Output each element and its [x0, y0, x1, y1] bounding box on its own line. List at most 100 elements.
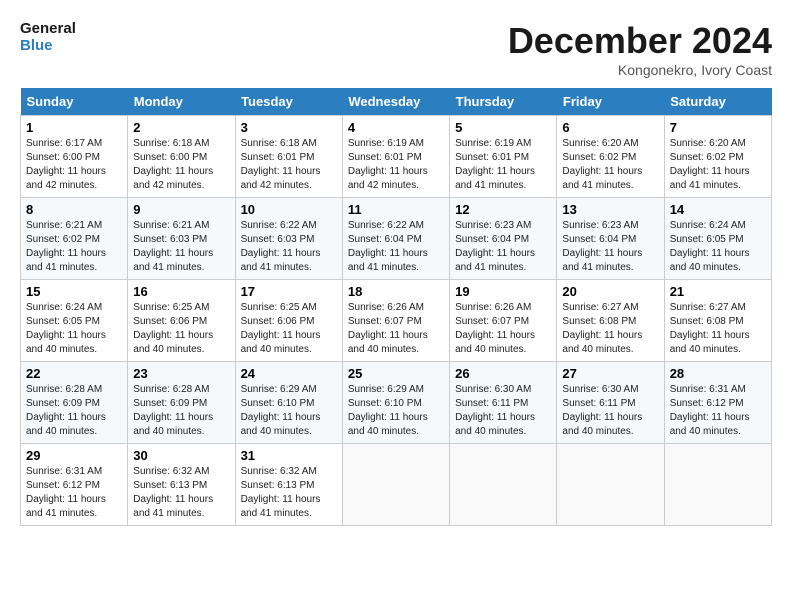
day-info: Sunrise: 6:21 AMSunset: 6:03 PMDaylight:… — [133, 219, 229, 275]
day-info: Sunrise: 6:32 AMSunset: 6:13 PMDaylight:… — [133, 465, 229, 521]
day-info: Sunrise: 6:22 AMSunset: 6:03 PMDaylight:… — [241, 219, 337, 275]
title-block: December 2024 Kongonekro, Ivory Coast — [508, 20, 772, 78]
day-info: Sunrise: 6:24 AMSunset: 6:05 PMDaylight:… — [26, 301, 122, 357]
day-number: 21 — [670, 284, 766, 299]
day-number: 14 — [670, 202, 766, 217]
day-info: Sunrise: 6:27 AMSunset: 6:08 PMDaylight:… — [562, 301, 658, 357]
day-cell-22: 22 Sunrise: 6:28 AMSunset: 6:09 PMDayligh… — [21, 362, 128, 444]
logo-line1: General — [20, 20, 76, 37]
day-cell-17: 17 Sunrise: 6:25 AMSunset: 6:06 PMDayligh… — [235, 280, 342, 362]
day-number: 29 — [26, 448, 122, 463]
page-header: General Blue December 2024 Kongonekro, I… — [20, 20, 772, 78]
week-row-5: 29 Sunrise: 6:31 AMSunset: 6:12 PMDayligh… — [21, 444, 772, 526]
col-header-sunday: Sunday — [21, 88, 128, 116]
day-info: Sunrise: 6:19 AMSunset: 6:01 PMDaylight:… — [455, 137, 551, 193]
week-row-3: 15 Sunrise: 6:24 AMSunset: 6:05 PMDayligh… — [21, 280, 772, 362]
day-number: 8 — [26, 202, 122, 217]
empty-cell — [664, 444, 771, 526]
day-info: Sunrise: 6:17 AMSunset: 6:00 PMDaylight:… — [26, 137, 122, 193]
day-cell-15: 15 Sunrise: 6:24 AMSunset: 6:05 PMDayligh… — [21, 280, 128, 362]
day-number: 31 — [241, 448, 337, 463]
day-cell-11: 11 Sunrise: 6:22 AMSunset: 6:04 PMDayligh… — [342, 198, 449, 280]
day-cell-14: 14 Sunrise: 6:24 AMSunset: 6:05 PMDayligh… — [664, 198, 771, 280]
day-cell-20: 20 Sunrise: 6:27 AMSunset: 6:08 PMDayligh… — [557, 280, 664, 362]
day-info: Sunrise: 6:28 AMSunset: 6:09 PMDaylight:… — [133, 383, 229, 439]
col-header-thursday: Thursday — [450, 88, 557, 116]
day-info: Sunrise: 6:21 AMSunset: 6:02 PMDaylight:… — [26, 219, 122, 275]
day-info: Sunrise: 6:31 AMSunset: 6:12 PMDaylight:… — [670, 383, 766, 439]
day-info: Sunrise: 6:18 AMSunset: 6:01 PMDaylight:… — [241, 137, 337, 193]
col-header-monday: Monday — [128, 88, 235, 116]
day-cell-30: 30 Sunrise: 6:32 AMSunset: 6:13 PMDayligh… — [128, 444, 235, 526]
day-number: 19 — [455, 284, 551, 299]
month-title: December 2024 — [508, 20, 772, 62]
day-cell-12: 12 Sunrise: 6:23 AMSunset: 6:04 PMDayligh… — [450, 198, 557, 280]
day-number: 24 — [241, 366, 337, 381]
day-number: 15 — [26, 284, 122, 299]
day-number: 5 — [455, 120, 551, 135]
empty-cell — [450, 444, 557, 526]
day-number: 13 — [562, 202, 658, 217]
day-info: Sunrise: 6:28 AMSunset: 6:09 PMDaylight:… — [26, 383, 122, 439]
day-info: Sunrise: 6:25 AMSunset: 6:06 PMDaylight:… — [133, 301, 229, 357]
day-number: 6 — [562, 120, 658, 135]
day-number: 9 — [133, 202, 229, 217]
day-info: Sunrise: 6:24 AMSunset: 6:05 PMDaylight:… — [670, 219, 766, 275]
day-info: Sunrise: 6:31 AMSunset: 6:12 PMDaylight:… — [26, 465, 122, 521]
day-cell-4: 4Sunrise: 6:19 AMSunset: 6:01 PMDaylight… — [342, 116, 449, 198]
day-number: 12 — [455, 202, 551, 217]
day-cell-6: 6 Sunrise: 6:20 AMSunset: 6:02 PMDaylight… — [557, 116, 664, 198]
day-info: Sunrise: 6:23 AMSunset: 6:04 PMDaylight:… — [562, 219, 658, 275]
empty-cell — [342, 444, 449, 526]
day-cell-19: 19Sunrise: 6:26 AMSunset: 6:07 PMDayligh… — [450, 280, 557, 362]
day-info: Sunrise: 6:30 AMSunset: 6:11 PMDaylight:… — [562, 383, 658, 439]
logo: General Blue — [20, 20, 76, 55]
day-number: 7 — [670, 120, 766, 135]
logo-line2: Blue — [20, 37, 76, 54]
day-cell-25: 25 Sunrise: 6:29 AMSunset: 6:10 PMDayligh… — [342, 362, 449, 444]
empty-cell — [557, 444, 664, 526]
week-row-2: 8 Sunrise: 6:21 AMSunset: 6:02 PMDaylight… — [21, 198, 772, 280]
day-cell-27: 27 Sunrise: 6:30 AMSunset: 6:11 PMDayligh… — [557, 362, 664, 444]
day-info: Sunrise: 6:26 AMSunset: 6:07 PMDaylight:… — [348, 301, 444, 357]
day-info: Sunrise: 6:22 AMSunset: 6:04 PMDaylight:… — [348, 219, 444, 275]
day-number: 28 — [670, 366, 766, 381]
col-header-wednesday: Wednesday — [342, 88, 449, 116]
day-info: Sunrise: 6:25 AMSunset: 6:06 PMDaylight:… — [241, 301, 337, 357]
day-number: 16 — [133, 284, 229, 299]
day-info: Sunrise: 6:20 AMSunset: 6:02 PMDaylight:… — [562, 137, 658, 193]
day-info: Sunrise: 6:27 AMSunset: 6:08 PMDaylight:… — [670, 301, 766, 357]
day-cell-26: 26 Sunrise: 6:30 AMSunset: 6:11 PMDayligh… — [450, 362, 557, 444]
logo: General Blue — [20, 20, 76, 55]
day-cell-3: 3 Sunrise: 6:18 AMSunset: 6:01 PMDaylight… — [235, 116, 342, 198]
day-number: 3 — [241, 120, 337, 135]
day-cell-18: 18Sunrise: 6:26 AMSunset: 6:07 PMDayligh… — [342, 280, 449, 362]
day-number: 22 — [26, 366, 122, 381]
day-number: 4 — [348, 120, 444, 135]
week-row-4: 22 Sunrise: 6:28 AMSunset: 6:09 PMDayligh… — [21, 362, 772, 444]
calendar-table: SundayMondayTuesdayWednesdayThursdayFrid… — [20, 88, 772, 526]
day-info: Sunrise: 6:30 AMSunset: 6:11 PMDaylight:… — [455, 383, 551, 439]
day-cell-23: 23Sunrise: 6:28 AMSunset: 6:09 PMDayligh… — [128, 362, 235, 444]
day-number: 17 — [241, 284, 337, 299]
location: Kongonekro, Ivory Coast — [508, 62, 772, 78]
day-cell-31: 31 Sunrise: 6:32 AMSunset: 6:13 PMDayligh… — [235, 444, 342, 526]
day-number: 30 — [133, 448, 229, 463]
day-cell-9: 9 Sunrise: 6:21 AMSunset: 6:03 PMDaylight… — [128, 198, 235, 280]
day-cell-8: 8 Sunrise: 6:21 AMSunset: 6:02 PMDaylight… — [21, 198, 128, 280]
day-number: 27 — [562, 366, 658, 381]
day-info: Sunrise: 6:32 AMSunset: 6:13 PMDaylight:… — [241, 465, 337, 521]
day-number: 10 — [241, 202, 337, 217]
week-row-1: 1Sunrise: 6:17 AMSunset: 6:00 PMDaylight… — [21, 116, 772, 198]
day-number: 26 — [455, 366, 551, 381]
day-number: 25 — [348, 366, 444, 381]
day-number: 20 — [562, 284, 658, 299]
day-info: Sunrise: 6:29 AMSunset: 6:10 PMDaylight:… — [348, 383, 444, 439]
col-header-saturday: Saturday — [664, 88, 771, 116]
day-cell-28: 28 Sunrise: 6:31 AMSunset: 6:12 PMDayligh… — [664, 362, 771, 444]
day-cell-5: 5 Sunrise: 6:19 AMSunset: 6:01 PMDaylight… — [450, 116, 557, 198]
day-cell-2: 2Sunrise: 6:18 AMSunset: 6:00 PMDaylight… — [128, 116, 235, 198]
day-info: Sunrise: 6:23 AMSunset: 6:04 PMDaylight:… — [455, 219, 551, 275]
day-number: 11 — [348, 202, 444, 217]
col-header-tuesday: Tuesday — [235, 88, 342, 116]
